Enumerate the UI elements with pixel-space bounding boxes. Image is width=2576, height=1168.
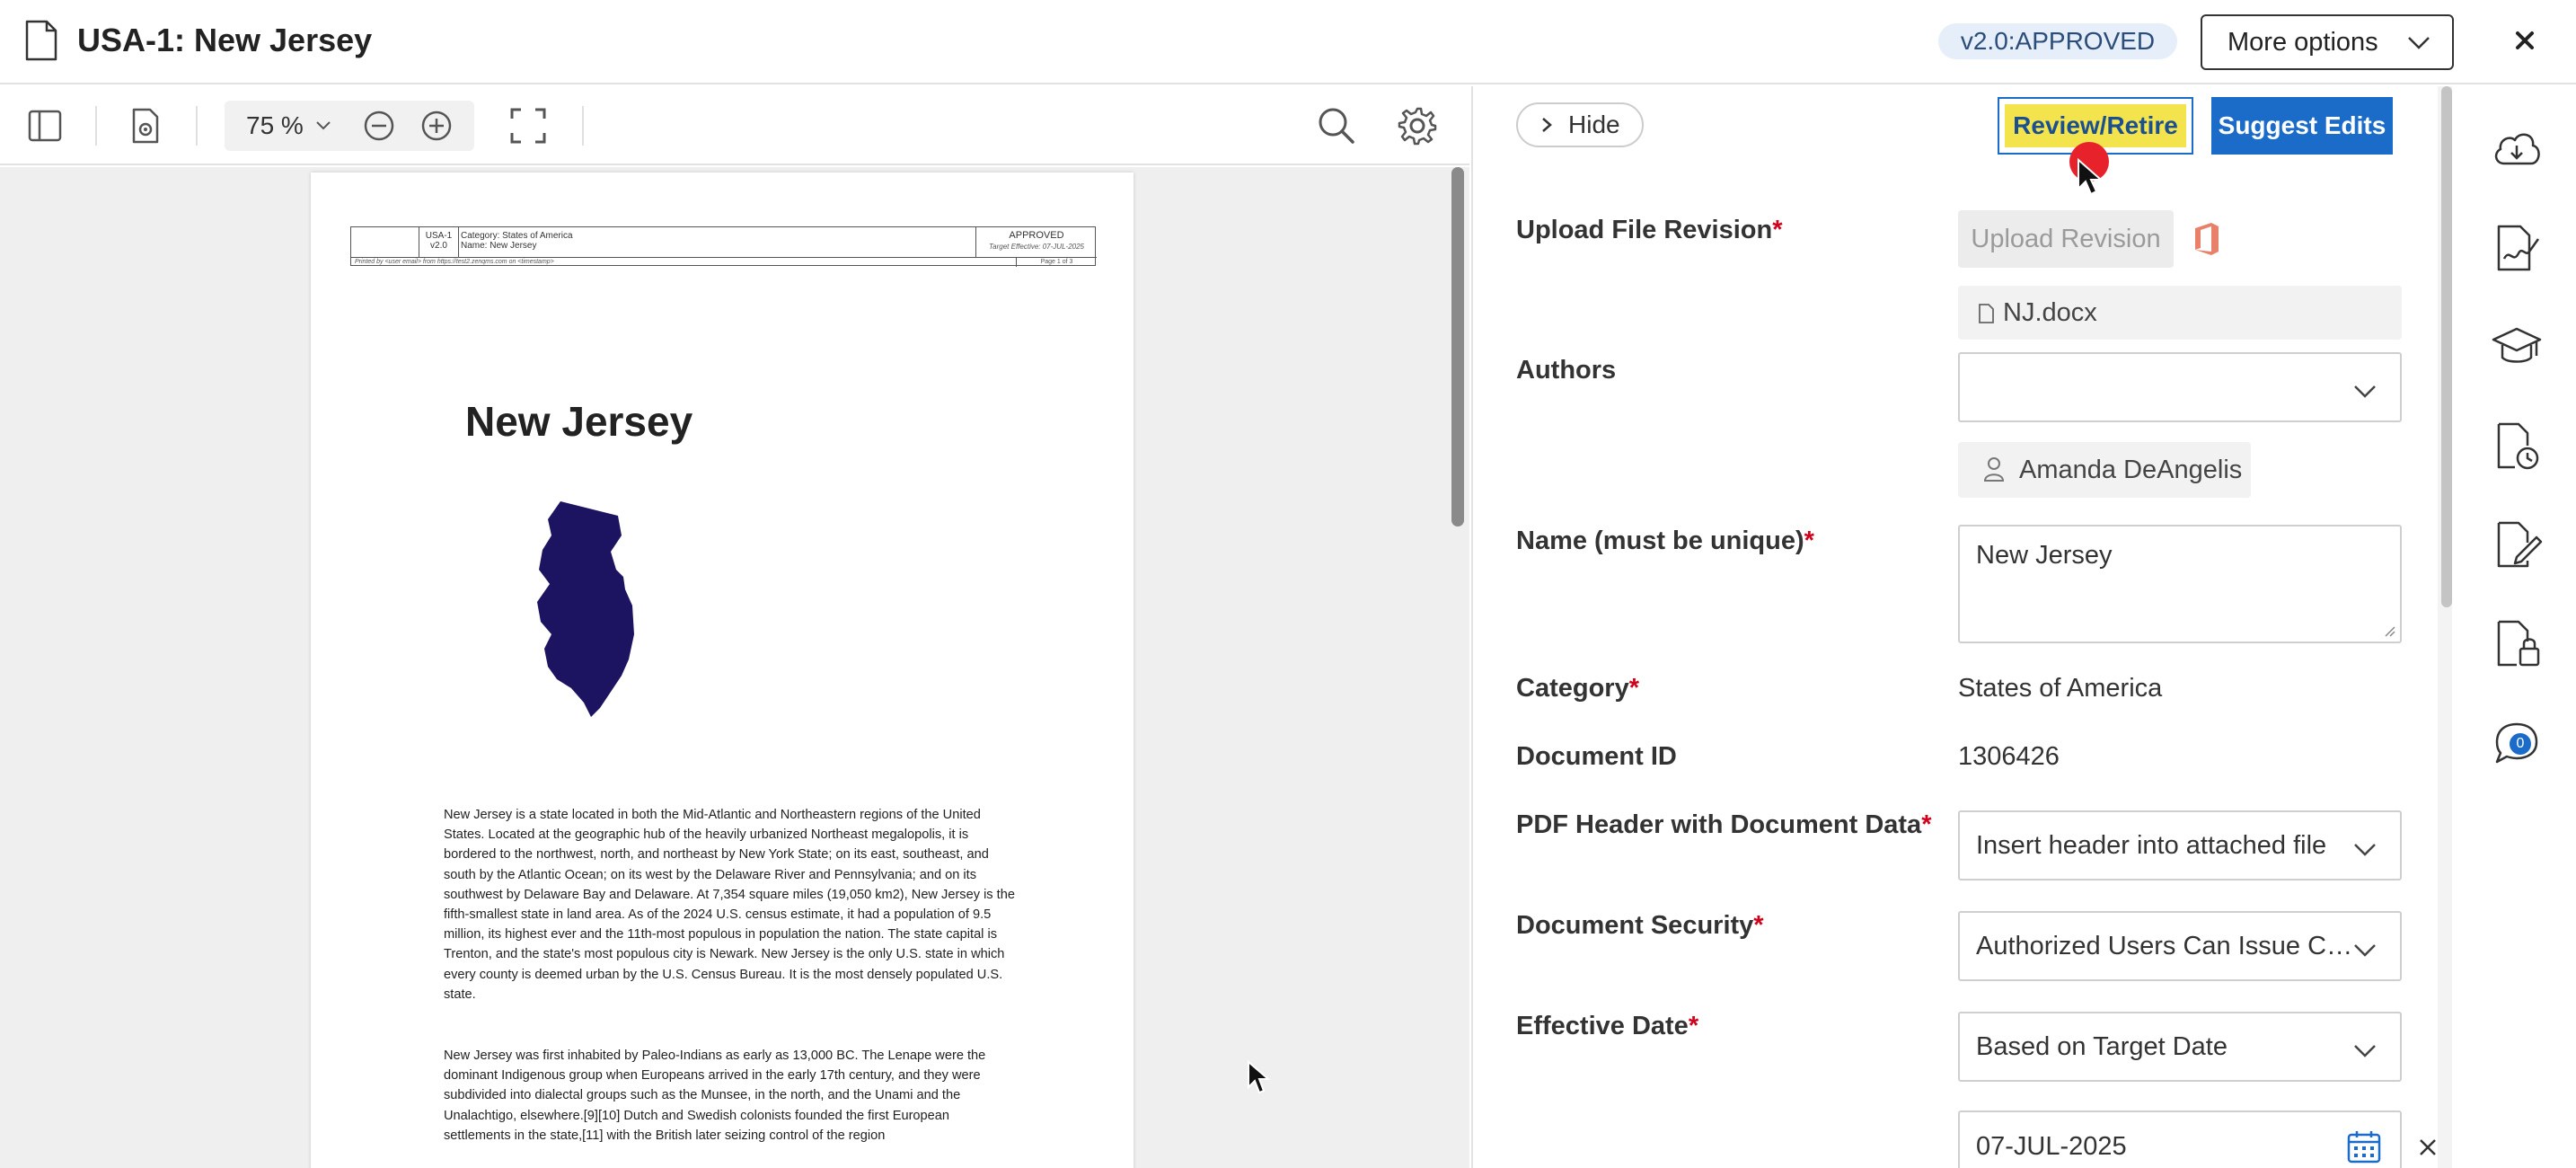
- chevron-down-icon: [2354, 385, 2376, 398]
- status-badge: v2.0:APPROVED: [1938, 23, 2177, 59]
- chevron-down-icon[interactable]: [314, 117, 332, 135]
- upload-revision-button[interactable]: Upload Revision: [1958, 210, 2174, 268]
- zoom-control: 75 %: [225, 101, 474, 151]
- sidebar-toggle-icon[interactable]: [25, 106, 65, 146]
- comments-count-badge: 0: [2510, 733, 2531, 755]
- gear-icon[interactable]: [1398, 106, 1437, 146]
- pdf-header-value: Insert header into attached file: [1976, 831, 2327, 860]
- document-header-table: USA-1 v2.0 Category: States of America N…: [350, 226, 1097, 267]
- lock-doc-icon[interactable]: [2490, 616, 2544, 670]
- document-properties-icon[interactable]: [126, 106, 165, 146]
- more-options-button[interactable]: More options: [2201, 14, 2454, 70]
- toolbar-divider: [582, 106, 584, 146]
- chevron-down-icon: [2354, 844, 2376, 856]
- authors-select[interactable]: [1958, 352, 2402, 422]
- effective-date-input[interactable]: 07-JUL-2025: [1958, 1110, 2402, 1168]
- document-id-value: 1306426: [1958, 742, 2060, 771]
- document-id-label: Document ID: [1516, 742, 1677, 771]
- header-status-sub: Target Effective: 07-JUL-2025: [989, 243, 1084, 251]
- pdf-header-select[interactable]: Insert header into attached file: [1958, 810, 2402, 880]
- upload-revision-label: Upload File Revision*: [1516, 216, 1783, 244]
- attached-file-name: NJ.docx: [2003, 298, 2097, 327]
- hide-label: Hide: [1568, 111, 1620, 138]
- new-jersey-map-image: [537, 501, 634, 717]
- chevron-down-icon: [2354, 1045, 2376, 1057]
- page-title: USA-1: New Jersey: [77, 22, 373, 58]
- signature-icon[interactable]: [2490, 221, 2544, 275]
- chevron-right-icon: [1542, 118, 1552, 132]
- search-icon[interactable]: [1317, 106, 1356, 146]
- category-value: States of America: [1958, 674, 2163, 703]
- file-icon: [1979, 304, 1994, 323]
- user-icon: [1983, 457, 2005, 482]
- hide-panel-button[interactable]: Hide: [1516, 102, 1644, 147]
- zoom-select[interactable]: 75 %: [246, 101, 304, 151]
- cloud-download-icon[interactable]: [2490, 122, 2544, 176]
- review-retire-label: Review/Retire: [2005, 104, 2186, 147]
- panel-scrollbar-thumb[interactable]: [2441, 86, 2452, 607]
- chevron-down-icon: [2354, 944, 2376, 957]
- edit-doc-icon[interactable]: [2490, 518, 2544, 571]
- effective-date-input-value: 07-JUL-2025: [1976, 1132, 2127, 1161]
- document-security-label: Document Security*: [1516, 911, 1764, 940]
- header-printed-by: Printed by <user email> from https://tes…: [355, 259, 554, 265]
- authors-label: Authors: [1516, 356, 1617, 385]
- attached-file-chip[interactable]: NJ.docx: [1958, 286, 2402, 340]
- suggest-edits-button[interactable]: Suggest Edits: [2211, 97, 2393, 155]
- header-logo-cell: [351, 227, 419, 258]
- document-icon: [25, 20, 57, 61]
- title-bar: USA-1: New Jersey v2.0:APPROVED More opt…: [0, 0, 2576, 84]
- pdf-header-label: PDF Header with Document Data*: [1516, 810, 1932, 839]
- document-paragraph: New Jersey was first inhabited by Paleo-…: [444, 1049, 986, 1143]
- close-icon[interactable]: [2508, 23, 2542, 58]
- training-cap-icon[interactable]: [2490, 320, 2544, 374]
- header-category: Category: States of America: [461, 231, 573, 241]
- chevron-down-icon: [2408, 37, 2430, 49]
- calendar-icon[interactable]: [2346, 1128, 2382, 1164]
- viewer-scrollbar[interactable]: [1450, 167, 1464, 1168]
- name-field-value: New Jersey: [1976, 541, 2113, 570]
- effective-date-label: Effective Date*: [1516, 1012, 1699, 1040]
- clear-date-icon[interactable]: [2418, 1137, 2438, 1157]
- header-name: Name: New Jersey: [461, 241, 537, 251]
- document-viewer[interactable]: USA-1 v2.0 Category: States of America N…: [0, 167, 1469, 1168]
- header-status: APPROVED: [1009, 230, 1064, 241]
- document-details-panel: Hide Review/Retire Suggest Edits Upload …: [1471, 86, 2454, 1168]
- author-chip[interactable]: Amanda DeAngelis: [1958, 442, 2251, 498]
- right-action-rail: 0: [2452, 86, 2576, 1168]
- category-label: Category*: [1516, 674, 1639, 703]
- history-icon[interactable]: [2490, 419, 2544, 473]
- document-paragraph: New Jersey is a state located in both th…: [444, 808, 1015, 1002]
- zoom-in-icon[interactable]: [420, 110, 453, 142]
- header-version: v2.0: [430, 241, 447, 251]
- mouse-cursor-icon: [2078, 158, 2104, 196]
- more-options-label: More options: [2228, 28, 2378, 57]
- office-icon[interactable]: [2192, 221, 2222, 257]
- effective-date-value: Based on Target Date: [1976, 1032, 2228, 1061]
- viewer-toolbar: 75 %: [0, 86, 1469, 165]
- zoom-out-icon[interactable]: [363, 110, 395, 142]
- document-heading: New Jersey: [465, 398, 693, 445]
- name-label: Name (must be unique)*: [1516, 526, 1814, 555]
- toolbar-divider: [196, 106, 198, 146]
- mouse-cursor-icon: [1248, 1060, 1270, 1094]
- viewer-scrollbar-thumb[interactable]: [1451, 167, 1464, 526]
- header-page-of: Page 1 of 3: [1016, 258, 1097, 267]
- effective-date-select[interactable]: Based on Target Date: [1958, 1012, 2402, 1082]
- header-info-cell: Category: States of America Name: New Je…: [459, 227, 976, 258]
- header-number-cell: USA-1 v2.0: [419, 227, 459, 258]
- author-name: Amanda DeAngelis: [2019, 456, 2243, 484]
- document-page: USA-1 v2.0 Category: States of America N…: [311, 173, 1134, 1168]
- header-status-cell: APPROVED Target Effective: 07-JUL-2025: [976, 227, 1097, 258]
- document-security-value: Authorized Users Can Issue Co...: [1976, 932, 2353, 960]
- document-security-select[interactable]: Authorized Users Can Issue Co...: [1958, 911, 2402, 981]
- toolbar-divider: [95, 106, 97, 146]
- header-doc-number: USA-1: [425, 231, 453, 241]
- fullscreen-icon[interactable]: [508, 106, 548, 146]
- resize-grip-icon[interactable]: [2382, 624, 2396, 638]
- name-field[interactable]: New Jersey: [1958, 525, 2402, 643]
